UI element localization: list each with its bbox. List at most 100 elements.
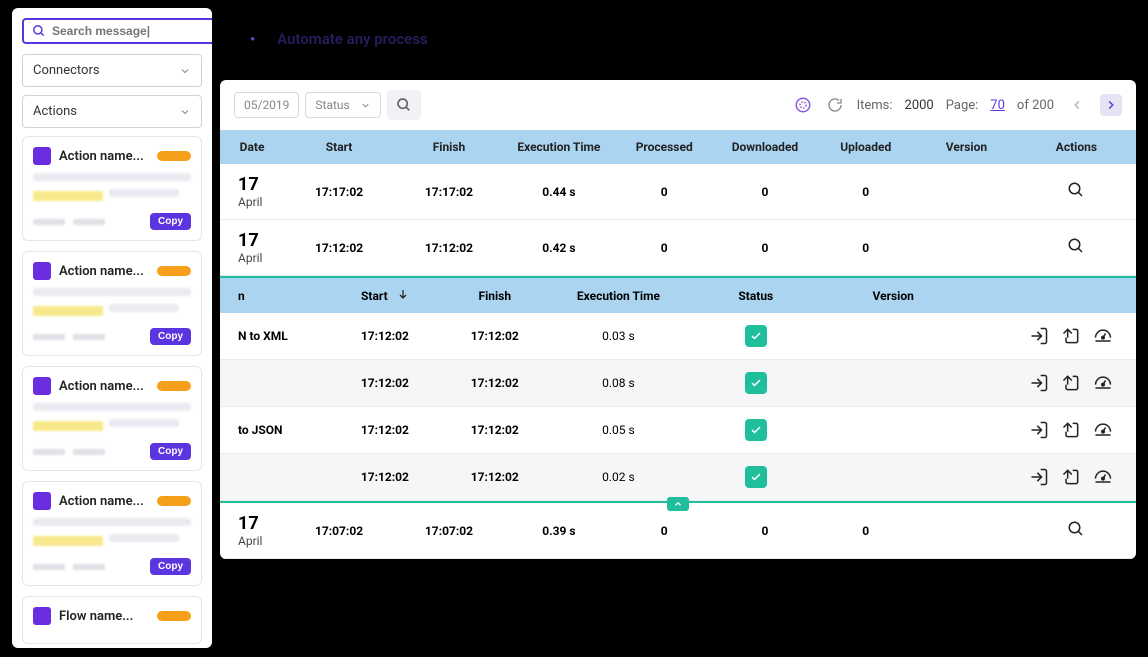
output-icon-button[interactable] xyxy=(1060,372,1082,394)
col-uploaded[interactable]: Uploaded xyxy=(815,130,916,164)
col-inner-start[interactable]: Start xyxy=(330,278,440,313)
input-icon-button[interactable] xyxy=(1028,419,1050,441)
input-icon-button[interactable] xyxy=(1028,325,1050,347)
status-pill xyxy=(157,151,191,161)
page-label: Page: xyxy=(946,98,979,113)
blur-line xyxy=(33,403,191,411)
result-card[interactable]: Flow name... xyxy=(22,596,202,644)
activity-icon-button[interactable] xyxy=(793,95,813,115)
search-button[interactable] xyxy=(387,90,421,120)
col-inner-version[interactable]: Version xyxy=(825,278,962,313)
copy-button[interactable]: Copy xyxy=(150,328,191,345)
actions-dropdown[interactable]: Actions xyxy=(22,95,202,128)
col-processed[interactable]: Processed xyxy=(614,130,715,164)
col-version[interactable]: Version xyxy=(916,130,1017,164)
hero-banner: • Automate any process xyxy=(250,30,428,48)
col-inner-status[interactable]: Status xyxy=(687,278,824,313)
status-success-icon xyxy=(745,466,767,488)
view-details-button[interactable] xyxy=(1067,188,1085,202)
outer-table-bottom: 17April 17:07:02 17:07:02 0.39 s 0 0 0 xyxy=(220,503,1136,559)
highlight-snippet xyxy=(33,421,103,431)
result-card[interactable]: Action name... Copy xyxy=(22,481,202,586)
activity-icon xyxy=(794,96,812,114)
card-title: Flow name... xyxy=(59,609,149,624)
chevron-right-icon xyxy=(1104,98,1118,112)
card-meta xyxy=(33,334,105,340)
col-inner-finish[interactable]: Finish xyxy=(440,278,550,313)
view-details-button[interactable] xyxy=(1067,527,1085,541)
connectors-dropdown[interactable]: Connectors xyxy=(22,54,202,87)
card-color-icon xyxy=(33,492,51,510)
output-icon-button[interactable] xyxy=(1060,466,1082,488)
col-inner-exec[interactable]: Execution Time xyxy=(550,278,687,313)
page-current[interactable]: 70 xyxy=(990,98,1005,113)
outer-table: Date Start Finish Execution Time Process… xyxy=(220,130,1136,276)
result-card[interactable]: Action name... Copy xyxy=(22,251,202,356)
items-value: 2000 xyxy=(905,98,934,113)
collapse-tab[interactable] xyxy=(667,497,689,511)
next-page-button[interactable] xyxy=(1100,94,1122,116)
chevron-down-icon xyxy=(179,106,191,118)
prev-page-button[interactable] xyxy=(1066,94,1088,116)
metrics-icon-button[interactable] xyxy=(1092,325,1114,347)
metrics-icon-button[interactable] xyxy=(1092,372,1114,394)
status-select-label: Status xyxy=(315,98,349,112)
col-inner-name[interactable]: n xyxy=(220,278,330,313)
highlight-snippet xyxy=(33,536,103,546)
chevron-left-icon xyxy=(1070,98,1084,112)
copy-button[interactable]: Copy xyxy=(150,443,191,460)
toolbar: 05/2019 Status Items: 2000 Page: 70 of 2… xyxy=(220,80,1136,130)
result-card[interactable]: Action name... Copy xyxy=(22,366,202,471)
status-pill xyxy=(157,496,191,506)
sidebar-panel: Connectors Actions Action name... Copy A… xyxy=(12,8,212,648)
card-meta xyxy=(33,219,105,225)
chevron-down-icon xyxy=(360,100,371,111)
inner-table-row[interactable]: to JSON 17:12:02 17:12:02 0.05 s xyxy=(220,407,1136,454)
metrics-icon-button[interactable] xyxy=(1092,466,1114,488)
blur-line xyxy=(33,518,191,526)
inner-table-row[interactable]: N to XML 17:12:02 17:12:02 0.03 s xyxy=(220,313,1136,360)
input-icon-button[interactable] xyxy=(1028,372,1050,394)
search-input-wrap[interactable] xyxy=(22,18,212,44)
connectors-label: Connectors xyxy=(33,63,100,78)
col-start[interactable]: Start xyxy=(284,130,394,164)
status-success-icon xyxy=(745,372,767,394)
col-downloaded[interactable]: Downloaded xyxy=(715,130,816,164)
metrics-icon-button[interactable] xyxy=(1092,419,1114,441)
card-color-icon xyxy=(33,147,51,165)
table-row[interactable]: 17April 17:17:02 17:17:02 0.44 s 0 0 0 xyxy=(220,164,1136,220)
status-select[interactable]: Status xyxy=(305,92,380,118)
col-date[interactable]: Date xyxy=(220,130,284,164)
col-exec[interactable]: Execution Time xyxy=(504,130,614,164)
inner-table-row[interactable]: 17:12:02 17:12:02 0.08 s xyxy=(220,360,1136,407)
refresh-icon-button[interactable] xyxy=(825,95,845,115)
bullet-icon: • xyxy=(250,30,255,48)
status-success-icon xyxy=(745,325,767,347)
output-icon-button[interactable] xyxy=(1060,325,1082,347)
blur-line xyxy=(33,288,191,296)
table-row[interactable]: 17April 17:07:02 17:07:02 0.39 s 0 0 0 xyxy=(220,503,1136,559)
result-card[interactable]: Action name... Copy xyxy=(22,136,202,241)
card-title: Action name... xyxy=(59,149,149,164)
col-actions[interactable]: Actions xyxy=(1017,130,1136,164)
inner-table: n Start Finish Execution Time Status Ver… xyxy=(220,278,1136,501)
chevron-down-icon xyxy=(179,65,191,77)
status-success-icon xyxy=(745,419,767,441)
card-color-icon xyxy=(33,607,51,625)
view-details-button[interactable] xyxy=(1067,244,1085,258)
blur-line xyxy=(109,419,179,427)
search-icon xyxy=(396,97,412,113)
table-row[interactable]: 17April 17:12:02 17:12:02 0.42 s 0 0 0 xyxy=(220,220,1136,276)
copy-button[interactable]: Copy xyxy=(150,558,191,575)
output-icon-button[interactable] xyxy=(1060,419,1082,441)
search-input[interactable] xyxy=(52,24,212,38)
card-title: Action name... xyxy=(59,264,149,279)
input-icon-button[interactable] xyxy=(1028,466,1050,488)
actions-label: Actions xyxy=(33,104,77,119)
card-title: Action name... xyxy=(59,379,149,394)
col-finish[interactable]: Finish xyxy=(394,130,504,164)
copy-button[interactable]: Copy xyxy=(150,213,191,230)
date-filter-chip[interactable]: 05/2019 xyxy=(234,92,299,118)
highlight-snippet xyxy=(33,306,103,316)
inner-table-row[interactable]: 17:12:02 17:12:02 0.02 s xyxy=(220,454,1136,501)
